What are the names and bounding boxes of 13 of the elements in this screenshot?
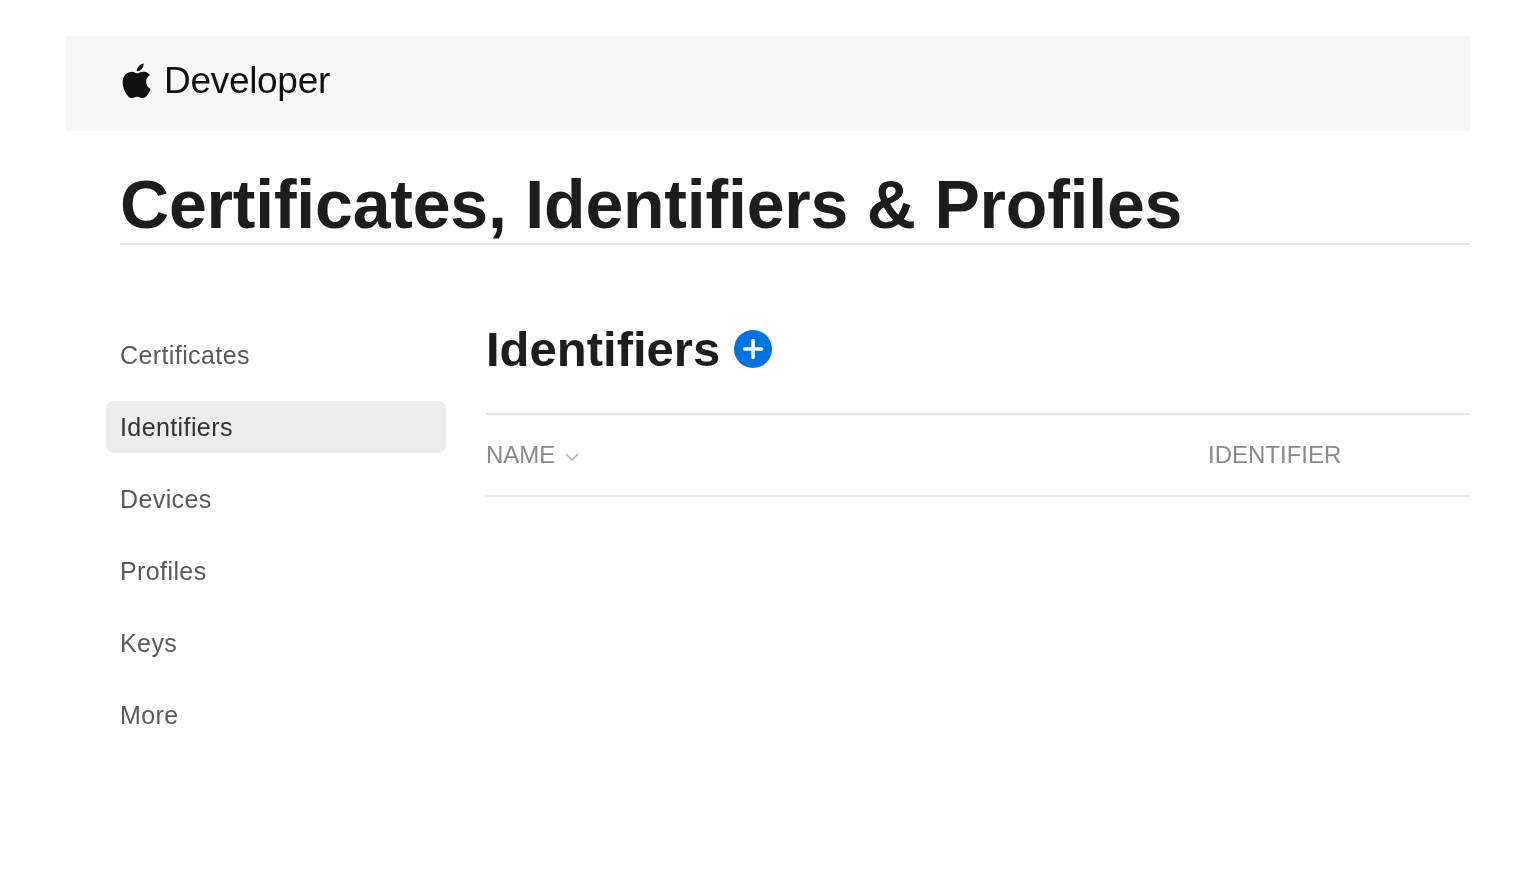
sidebar-item[interactable]: Devices — [106, 473, 446, 525]
sidebar-item[interactable]: Identifiers — [106, 401, 446, 453]
page-title: Certificates, Identifiers & Profiles — [120, 165, 1470, 245]
sidebar-item[interactable]: Keys — [106, 617, 446, 669]
sidebar-item[interactable]: Certificates — [106, 329, 446, 381]
developer-home-link[interactable]: Developer — [122, 58, 330, 103]
section-title: Identifiers — [486, 321, 721, 377]
add-button[interactable] — [734, 330, 773, 368]
chevron-down-icon — [565, 453, 580, 461]
sidebar-item[interactable]: More — [106, 689, 446, 741]
sidebar-item[interactable]: Profiles — [106, 545, 446, 597]
apple-icon — [122, 62, 152, 99]
plus-circle-icon — [734, 330, 773, 368]
